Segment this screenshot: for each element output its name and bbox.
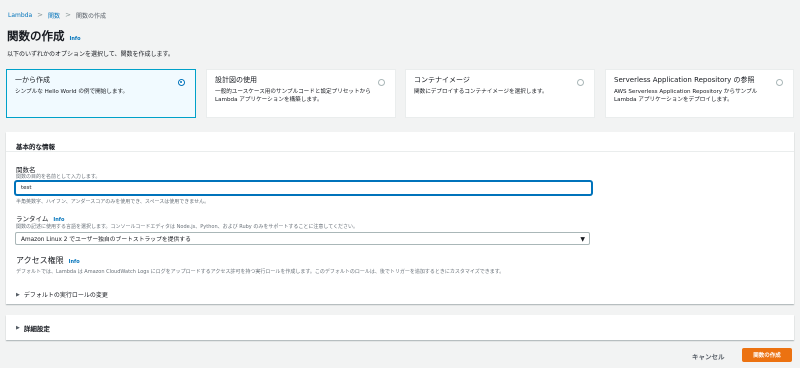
option-title: Serverless Application Repository の参照 — [614, 76, 755, 84]
option-title: 設計図の使用 — [215, 76, 257, 84]
access-description: デフォルトでは、Lambda は Amazon CloudWatch Logs … — [16, 269, 505, 275]
runtime-select[interactable]: Amazon Linux 2 でユーザー独自のブートストラップを提供する ▼ — [15, 232, 590, 245]
option-description: シンプルな Hello World の例で開始します。 — [15, 89, 129, 95]
breadcrumb: Lambda > 関数 > 関数の作成 — [8, 10, 106, 20]
basic-info-header: 基本的な情報 — [6, 132, 794, 152]
access-label: アクセス権限 Info — [16, 255, 80, 266]
caret-right-icon: ▶ — [16, 291, 20, 298]
option-author-from-scratch[interactable]: 一から作成 シンプルな Hello World の例で開始します。 — [6, 69, 196, 118]
runtime-label: ランタイム Info — [16, 213, 64, 223]
radio-selected-icon[interactable] — [178, 79, 185, 86]
radio-icon[interactable] — [776, 79, 783, 86]
access-label-text: アクセス権限 — [16, 256, 64, 265]
page-title: 関数の作成 Info — [7, 28, 81, 44]
title-info-link[interactable]: Info — [70, 36, 81, 42]
option-title: コンテナイメージ — [414, 76, 470, 84]
option-description: 一般的ユースケース用のサンプルコードと設定プリセットから Lambda アプリケ… — [215, 89, 371, 103]
function-name-hint: 半角英数字、ハイフン、アンダースコアのみを使用でき、スペースは使用できません。 — [16, 199, 210, 205]
breadcrumb-current: 関数の作成 — [75, 12, 106, 20]
advanced-settings-expander[interactable]: ▶ 詳細設定 — [16, 323, 50, 333]
breadcrumb-separator: > — [37, 11, 44, 19]
page-description: 以下のいずれかのオプションを選択して、関数を作成します。 — [7, 51, 174, 58]
function-name-description: 関数の目的を名前として入力します。 — [16, 174, 101, 180]
function-name-input[interactable]: test — [15, 181, 592, 195]
cancel-button[interactable]: キャンセル — [692, 349, 725, 362]
basic-info-panel: 基本的な情報 — [6, 132, 794, 304]
change-default-role-label: デフォルトの実行ロールの変更 — [23, 292, 108, 299]
breadcrumb-lambda[interactable]: Lambda — [8, 12, 32, 19]
page-title-text: 関数の作成 — [7, 29, 65, 43]
option-use-blueprint[interactable]: 設計図の使用 一般的ユースケース用のサンプルコードと設定プリセットから Lamb… — [206, 69, 396, 118]
option-container-image[interactable]: コンテナイメージ 関数にデプロイするコンテナイメージを選択します。 — [405, 69, 595, 118]
runtime-description: 関数の記述に使用する言語を選択します。コンソールコードエディタは Node.js… — [16, 224, 359, 230]
option-description: AWS Serverless Application Repository から… — [614, 89, 758, 103]
breadcrumb-separator: > — [65, 11, 71, 19]
caret-right-icon: ▶ — [16, 325, 20, 331]
runtime-label-text: ランタイム — [16, 215, 49, 223]
runtime-select-value: Amazon Linux 2 でユーザー独自のブートストラップを提供する — [21, 237, 191, 243]
radio-icon[interactable] — [577, 79, 584, 86]
dropdown-arrow-icon: ▼ — [580, 236, 585, 243]
option-title: 一から作成 — [15, 76, 50, 84]
advanced-settings-label: 詳細設定 — [23, 325, 50, 333]
option-serverless-app-repo[interactable]: Serverless Application Repository の参照 AW… — [605, 69, 794, 118]
radio-icon[interactable] — [378, 79, 385, 86]
create-function-button[interactable]: 関数の作成 — [742, 348, 792, 362]
change-default-role-expander[interactable]: ▶ デフォルトの実行ロールの変更 — [16, 290, 108, 300]
option-description: 関数にデプロイするコンテナイメージを選択します。 — [414, 89, 548, 95]
breadcrumb-functions[interactable]: 関数 — [48, 11, 60, 20]
advanced-settings-panel[interactable] — [6, 315, 794, 340]
access-info-link[interactable]: Info — [69, 259, 80, 265]
